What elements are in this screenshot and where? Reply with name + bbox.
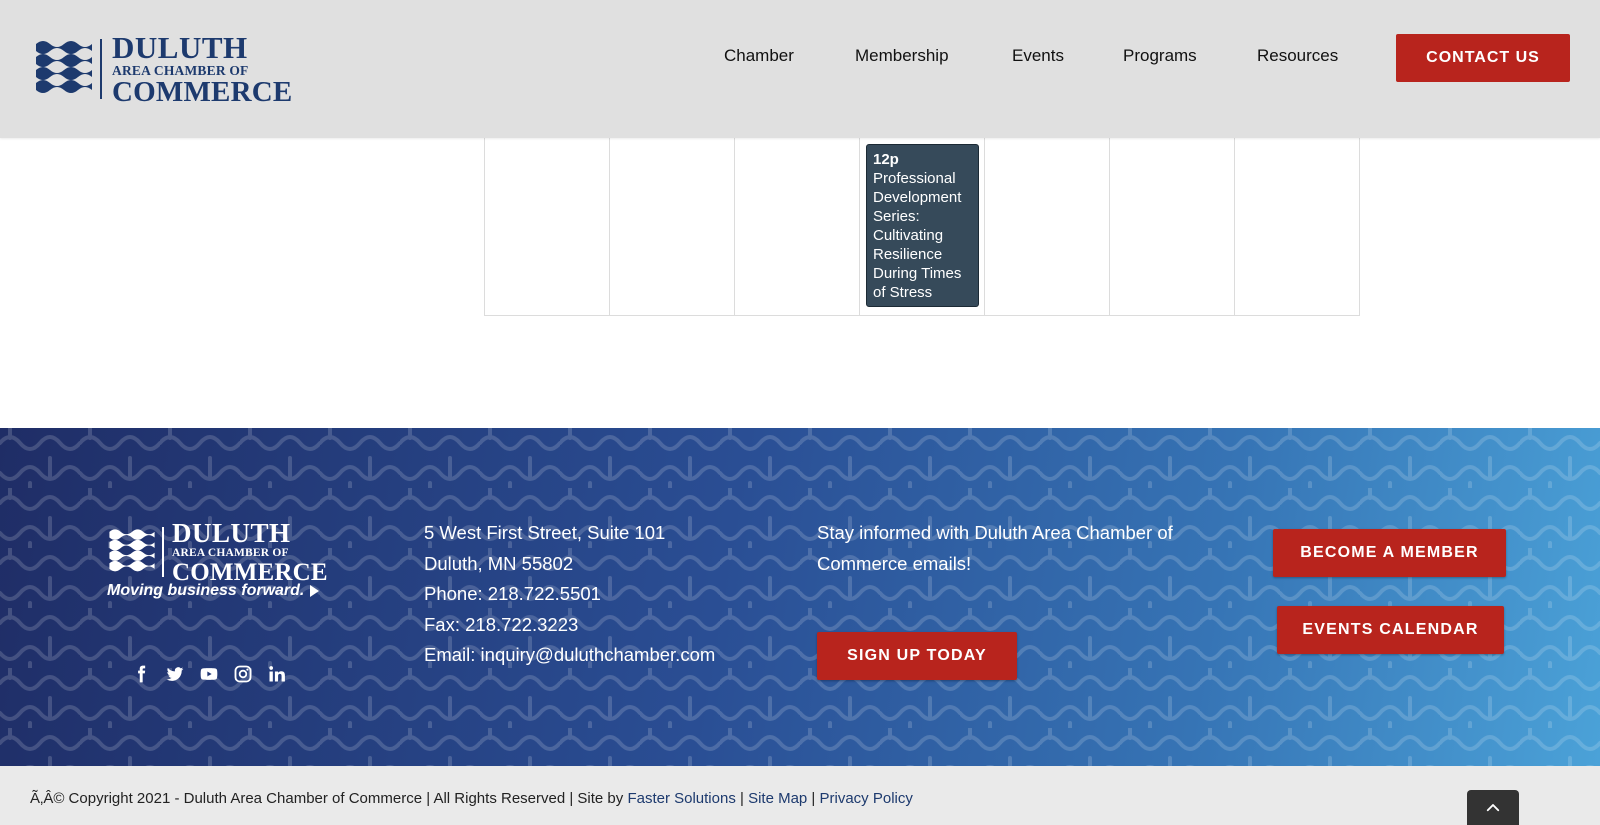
calendar-day-cell[interactable] [610,138,735,315]
nav-item-resources[interactable]: Resources [1257,46,1338,66]
logo-line-2: AREA CHAMBER OF [172,547,289,559]
sign-up-button[interactable]: SIGN UP TODAY [817,632,1017,680]
separator: | [807,790,820,807]
calendar-day-cell[interactable] [985,138,1110,315]
calendar-day-cell[interactable]: 12p Professional Development Series: Cul… [860,138,985,315]
nav-item-membership[interactable]: Membership [855,46,949,66]
main-nav: Chamber Membership Events Programs Resou… [0,46,1600,68]
site-map-link[interactable]: Site Map [748,790,807,807]
calendar-day-cell[interactable] [1235,138,1359,315]
site-footer: DULUTH AREA CHAMBER OF COMMERCE Moving b… [0,428,1600,766]
site-header: DULUTH AREA CHAMBER OF COMMERCE Chamber … [0,0,1600,138]
nav-item-programs[interactable]: Programs [1123,46,1197,66]
twitter-icon[interactable] [165,664,185,684]
contact-us-button[interactable]: CONTACT US [1396,34,1570,82]
contact-address: 5 West First Street, Suite 101 Duluth, M… [424,518,715,671]
youtube-icon[interactable] [199,664,219,684]
instagram-icon[interactable] [233,664,253,684]
play-arrow-icon [310,585,320,597]
calendar-day-cell[interactable] [735,138,860,315]
copyright-text: Ã‚Â© Copyright 2021 - Duluth Area Chambe… [30,790,913,807]
nav-item-chamber[interactable]: Chamber [724,46,794,66]
logo-divider [162,527,164,578]
separator: | [735,790,749,807]
footer-logo[interactable]: DULUTH AREA CHAMBER OF COMMERCE [107,520,328,585]
calendar-event[interactable]: 12p Professional Development Series: Cul… [866,144,979,307]
become-member-button[interactable]: BECOME A MEMBER [1273,529,1506,577]
phone-number[interactable]: Phone: 218.722.5501 [424,579,715,610]
back-to-top-button[interactable] [1467,790,1519,825]
address-line-2: Duluth, MN 55802 [424,552,574,574]
privacy-policy-link[interactable]: Privacy Policy [820,790,913,807]
email-address[interactable]: Email: inquiry@duluthchamber.com [424,640,715,671]
event-title: Professional Development Series: Cultiva… [873,170,962,301]
tagline-text: Moving business forward. [107,582,305,599]
copyright-bar: Ã‚Â© Copyright 2021 - Duluth Area Chambe… [0,766,1600,825]
linkedin-icon[interactable] [267,664,287,684]
logo-line-3: COMMERCE [172,558,328,586]
copyright-notice: Ã‚Â© Copyright 2021 - Duluth Area Chambe… [30,790,628,807]
calendar-day-cell[interactable] [1110,138,1235,315]
newsletter-text: Stay informed with Duluth Area Chamber o… [817,522,1173,574]
facebook-icon[interactable] [131,664,151,684]
event-time: 12p [873,151,899,168]
events-calendar-button[interactable]: EVENTS CALENDAR [1277,606,1504,654]
calendar-week-row: 12p Professional Development Series: Cul… [484,138,1360,316]
logo-wordmark: DULUTH AREA CHAMBER OF COMMERCE [112,32,292,107]
social-links [131,664,287,684]
nav-item-events[interactable]: Events [1012,46,1064,66]
logo-line-1: DULUTH [172,518,291,548]
logo-line-3: COMMERCE [112,75,293,108]
site-logo[interactable]: DULUTH AREA CHAMBER OF COMMERCE [34,32,292,107]
footer-logo-wordmark: DULUTH AREA CHAMBER OF COMMERCE [172,520,328,585]
footer-tagline: Moving business forward. [107,582,320,600]
calendar-day-cell[interactable] [485,138,610,315]
faster-solutions-link[interactable]: Faster Solutions [627,790,735,807]
chevron-up-icon [1486,804,1500,812]
waves-logo-icon [109,529,155,572]
address-line-1: 5 West First Street, Suite 101 [424,522,666,543]
fax-number: Fax: 218.722.3223 [424,613,579,635]
